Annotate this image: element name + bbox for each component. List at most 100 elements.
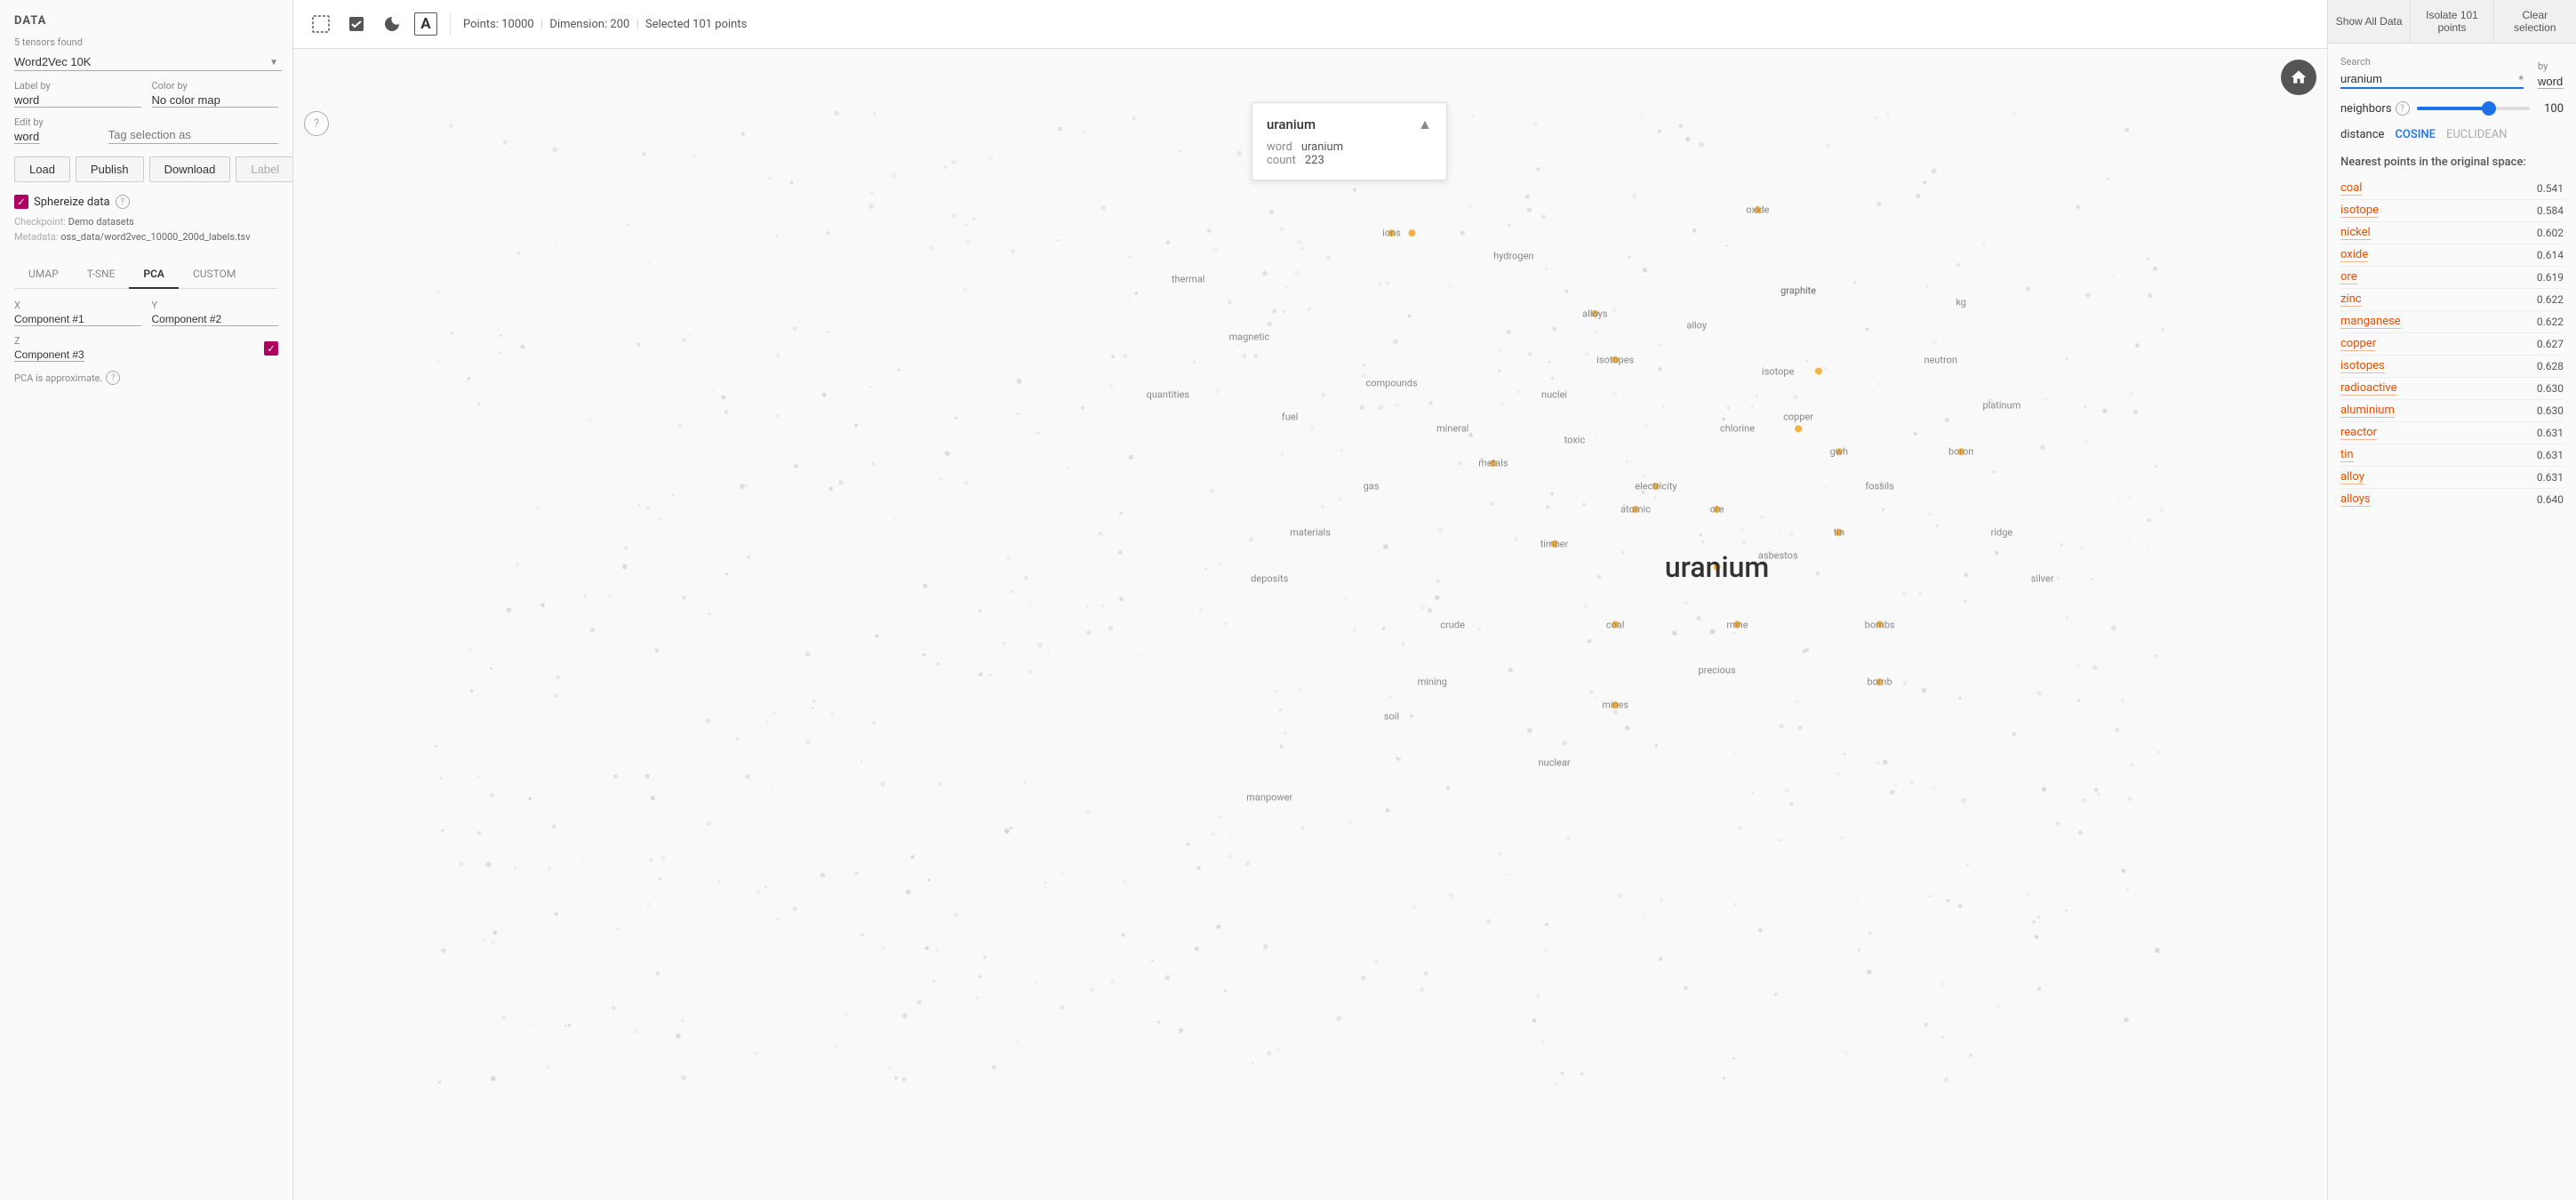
nearest-word[interactable]: aluminium [2340, 404, 2395, 418]
word-label: atomic [1620, 504, 1651, 516]
selection-box-icon[interactable] [343, 11, 370, 37]
tooltip-count-key: count [1267, 154, 1296, 167]
word-label: manpower [1246, 791, 1292, 803]
tab-umap[interactable]: UMAP [14, 260, 73, 289]
viz-help-icon[interactable]: ? [304, 111, 329, 136]
x-axis-select[interactable]: Component #1 [14, 313, 141, 326]
word-label: mines [1602, 700, 1628, 711]
label-toggle-icon[interactable]: A [414, 12, 437, 36]
neighbors-help-icon[interactable]: ? [2396, 101, 2410, 116]
word-label: coal [1606, 619, 1625, 630]
cosine-distance[interactable]: COSINE [2395, 128, 2436, 141]
nearest-word[interactable]: alloy [2340, 470, 2364, 484]
dataset-select[interactable]: Word2Vec 10K [14, 53, 282, 71]
load-button[interactable]: Load [14, 156, 70, 182]
tooltip-count-value: 223 [1305, 154, 1324, 167]
color-by-label: Color by [152, 80, 279, 92]
color-by-select[interactable]: No color map [152, 93, 279, 108]
download-button[interactable]: Download [149, 156, 231, 182]
word-label: asbestos [1758, 549, 1798, 561]
tooltip-word-value: uranium [1301, 140, 1343, 154]
home-button[interactable] [2281, 60, 2316, 95]
tab-custom[interactable]: CUSTOM [179, 260, 250, 289]
z-checkbox[interactable] [264, 341, 278, 356]
word-label: bomb [1867, 676, 1892, 688]
word-label: bombs [1865, 619, 1895, 630]
sphereize-checkbox[interactable] [14, 195, 28, 209]
y-axis-label: Y [152, 300, 279, 311]
word-label: gas [1364, 481, 1380, 492]
nearest-word[interactable]: copper [2340, 337, 2376, 351]
tag-selection-input[interactable] [108, 126, 278, 144]
tensors-found: 5 tensors found [14, 36, 278, 48]
slider-thumb [2482, 101, 2496, 116]
word-label: nuclei [1541, 388, 1567, 400]
label-button[interactable]: Label [236, 156, 293, 182]
neighbors-value: 100 [2537, 102, 2564, 116]
nearest-word[interactable]: zinc [2340, 292, 2362, 307]
nearest-word[interactable]: nickel [2340, 226, 2371, 240]
panel-title: DATA [14, 14, 278, 28]
nearest-word[interactable]: alloys [2340, 492, 2371, 507]
z-axis-select[interactable]: Component #3 [14, 348, 84, 362]
word-label: alloy [1686, 319, 1707, 331]
pca-approx-help-icon[interactable]: ? [106, 371, 120, 385]
nearest-word[interactable]: oxide [2340, 248, 2368, 262]
show-all-button[interactable]: Show All Data [2328, 0, 2411, 43]
nearest-item: radioactive0.630 [2340, 378, 2564, 400]
by-select[interactable]: word [2538, 75, 2564, 89]
tab-tsne[interactable]: T-SNE [73, 260, 130, 289]
word-label: ridge [1991, 526, 2013, 538]
z-axis-label: Z [14, 335, 255, 347]
word-label: neutron [1924, 354, 1957, 365]
publish-button[interactable]: Publish [76, 156, 144, 182]
y-axis-select[interactable]: Component #2 [152, 313, 279, 326]
word-label: alloys [1582, 308, 1607, 319]
nearest-word[interactable]: tin [2340, 448, 2354, 462]
distance-label: distance [2340, 128, 2384, 141]
neighbors-slider[interactable] [2417, 107, 2530, 110]
nearest-score: 0.622 [2537, 316, 2564, 328]
nearest-score: 0.619 [2537, 271, 2564, 284]
tab-pca[interactable]: PCA [129, 260, 179, 289]
nearest-word[interactable]: ore [2340, 270, 2357, 284]
nearest-item: isotopes 0.628 [2340, 356, 2564, 378]
euclidean-distance[interactable]: EUCLIDEAN [2446, 128, 2508, 141]
nearest-word[interactable]: radioactive [2340, 381, 2397, 396]
nearest-item: isotope0.584 [2340, 200, 2564, 222]
metadata-value: oss_data/word2vec_10000_200d_labels.tsv [60, 231, 250, 243]
tooltip-word-key: word [1267, 140, 1292, 154]
viz-area[interactable]: // Will be populated by JS below ionsoxi… [293, 49, 2327, 1200]
nearest-word[interactable]: coal [2340, 181, 2362, 196]
pca-approx-text: PCA is approximate. [14, 372, 102, 384]
clear-selection-button[interactable]: Clear selection [2494, 0, 2576, 43]
word-label: oxide [1746, 204, 1769, 216]
tooltip-close[interactable]: ▲ [1418, 116, 1432, 133]
isolate-button[interactable]: Isolate 101 points [2411, 0, 2493, 43]
label-by-select[interactable]: word [14, 93, 141, 108]
word-label: uranium [1665, 550, 1769, 584]
nearest-score: 0.602 [2537, 227, 2564, 239]
nearest-score: 0.628 [2537, 360, 2564, 372]
edit-by-select[interactable]: word [14, 130, 40, 144]
by-label: by [2538, 60, 2564, 72]
neighbors-label: neighbors ? [2340, 101, 2410, 116]
nearest-word[interactable]: manganese [2340, 315, 2401, 329]
sphereize-help-icon[interactable]: ? [116, 195, 130, 209]
word-label: boron [1948, 446, 1973, 458]
nearest-word[interactable]: isotope [2340, 204, 2379, 218]
nearest-word[interactable]: isotopes [2340, 359, 2385, 373]
search-input[interactable] [2340, 70, 2524, 89]
nearest-word[interactable]: reactor [2340, 426, 2377, 440]
word-label: metals [1478, 458, 1508, 469]
left-panel: DATA 5 tensors found Word2Vec 10K ▼ Labe… [0, 0, 293, 1200]
nearest-item: nickel 0.602 [2340, 222, 2564, 244]
night-mode-icon[interactable] [379, 11, 405, 37]
tooltip-title: uranium [1267, 116, 1316, 132]
selection-rect-icon[interactable] [308, 11, 334, 37]
word-label: mine [1726, 619, 1748, 630]
nearest-item: reactor0.631 [2340, 422, 2564, 444]
word-label: hydrogen [1493, 251, 1533, 262]
nearest-score: 0.630 [2537, 404, 2564, 417]
label-by-label: Label by [14, 80, 141, 92]
